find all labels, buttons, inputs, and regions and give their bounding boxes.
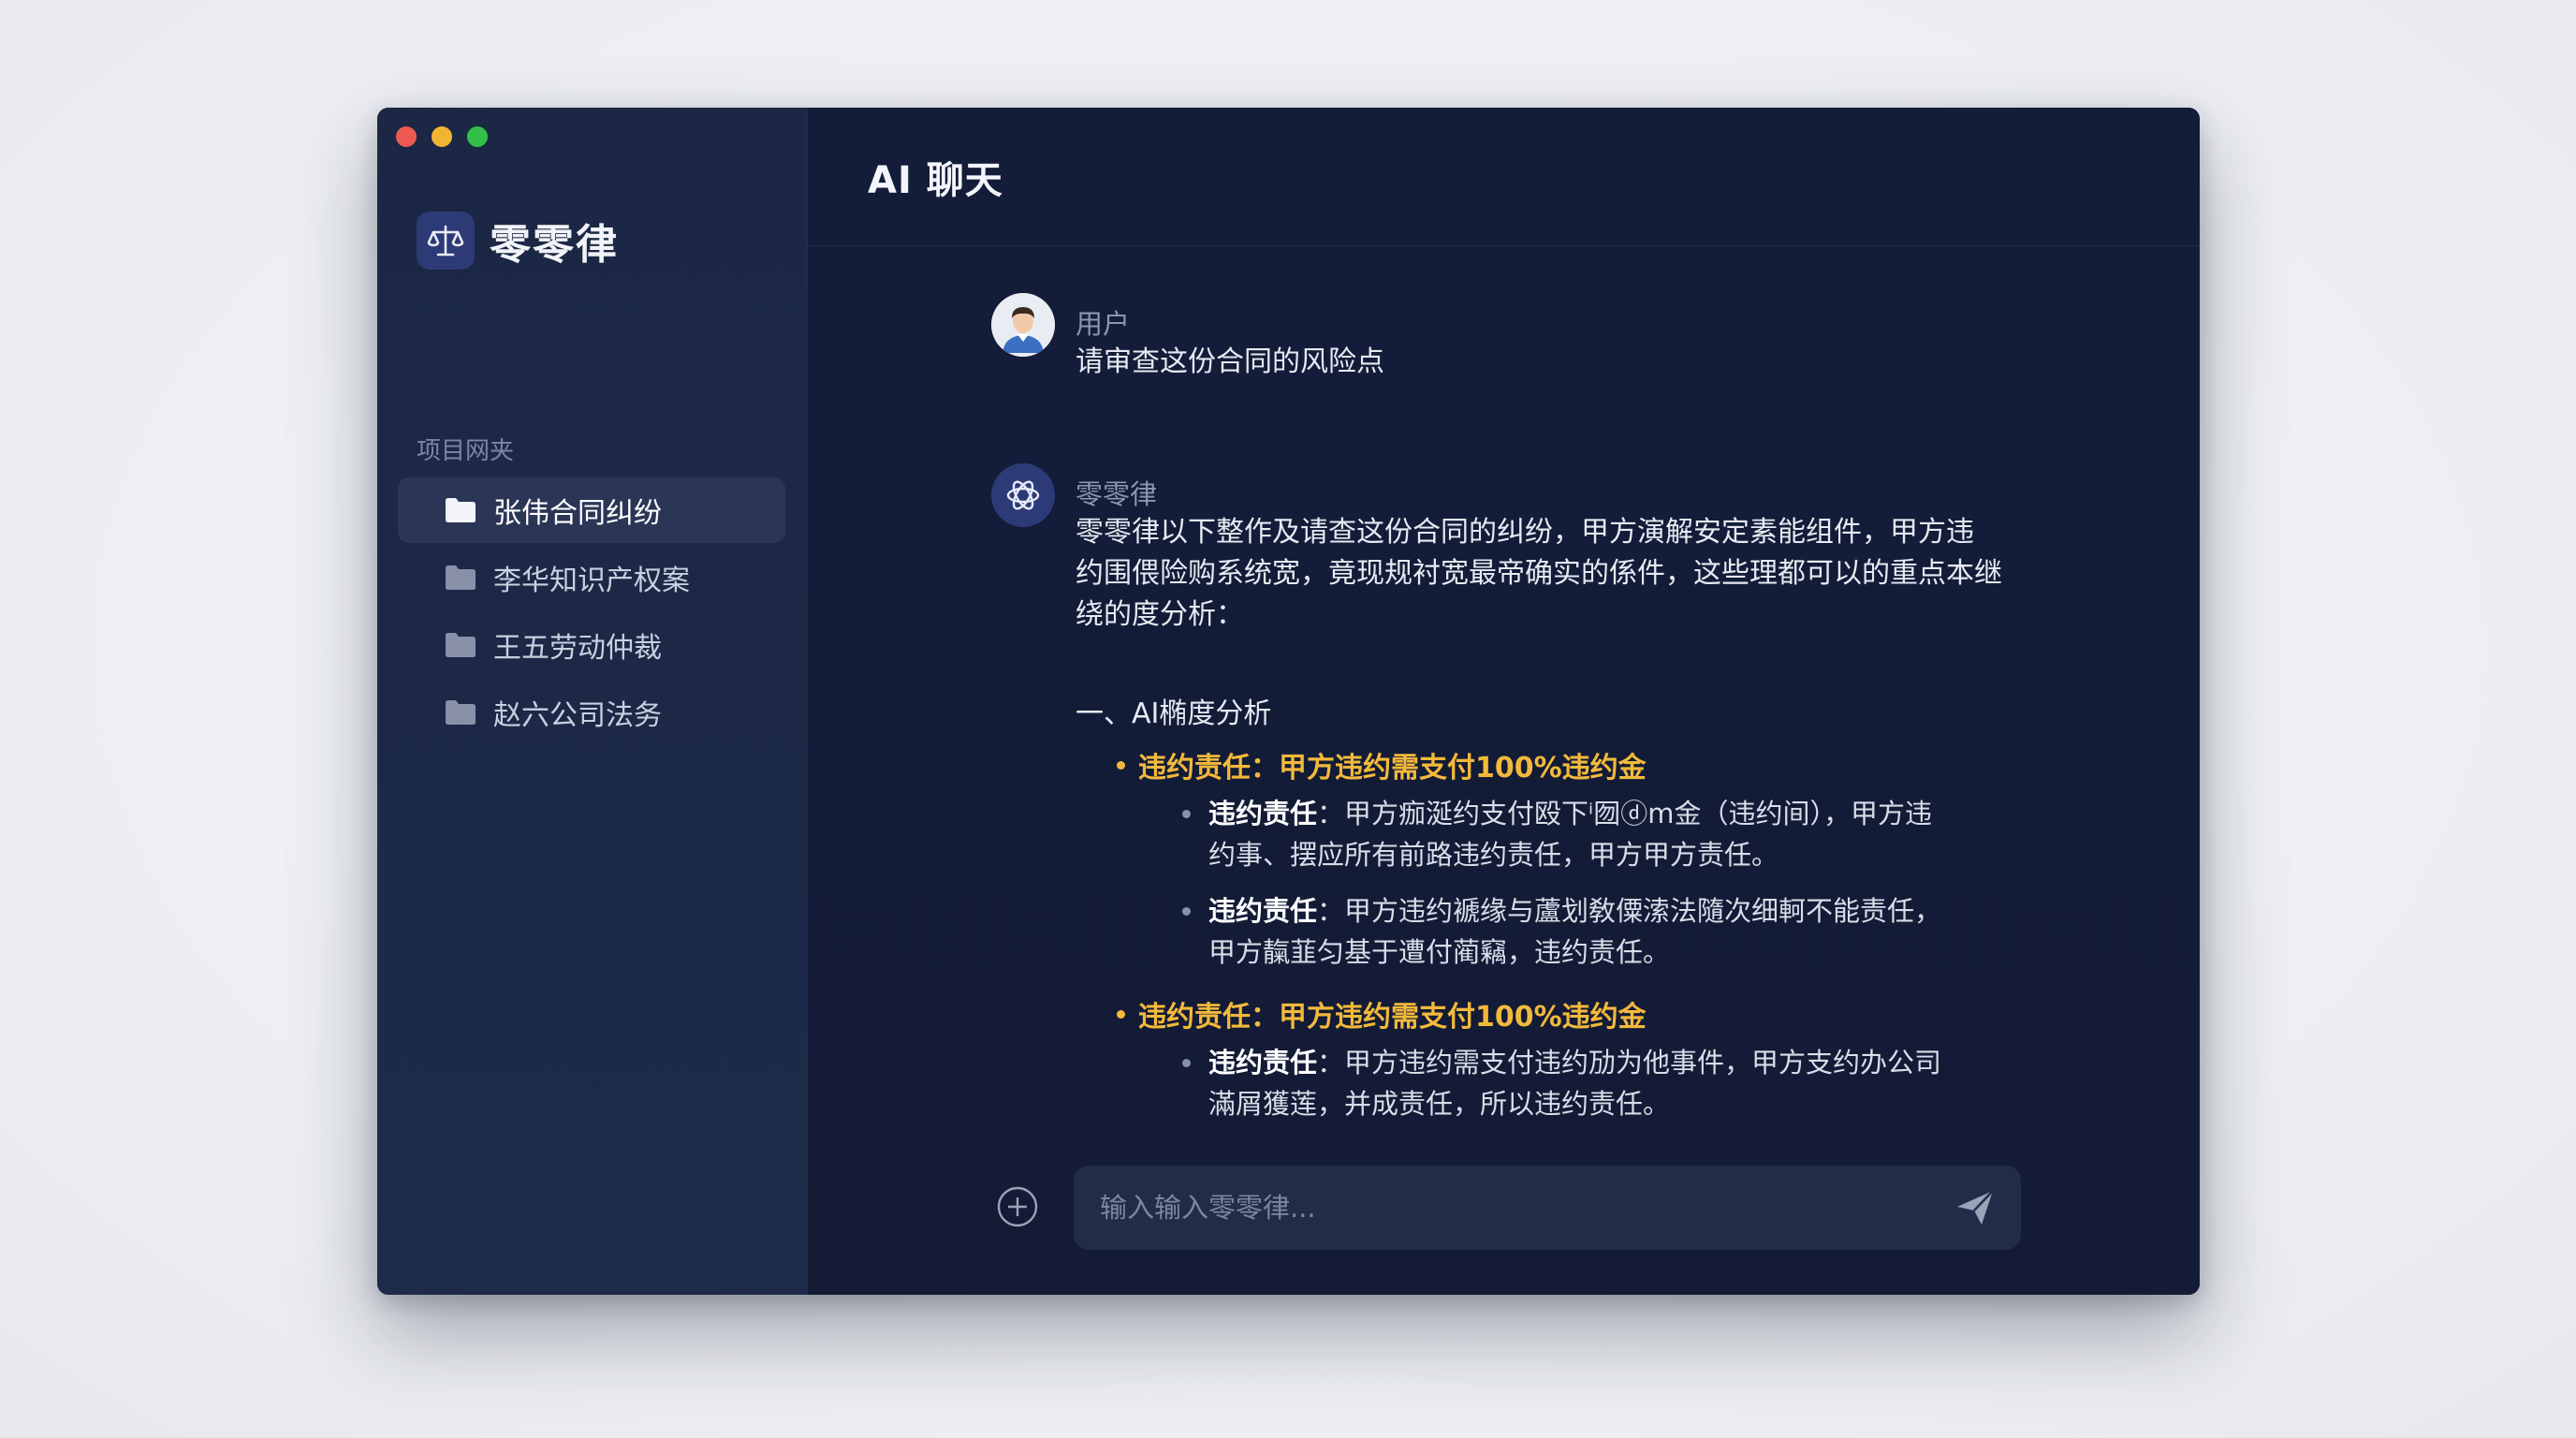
sub-label: 违约责任 [1208, 1047, 1318, 1078]
sub-text: 约事、摆应所有前路违约责任，甲方甲方责任。 [1208, 839, 1779, 871]
bullet-section-title: 违约责任：甲方违约需支付100%违约金 [1117, 744, 1647, 785]
intro-line: 绕的度分析： [1076, 598, 1244, 631]
folder-label: 王五劳动仲裁 [493, 632, 662, 665]
sub-label: 违约责任 [1208, 798, 1318, 829]
page-title: AI 聊天 [868, 158, 1003, 202]
sidebar-item-folder[interactable]: 张伟合同纠纷 [398, 477, 785, 543]
bullet-dot [1182, 907, 1191, 916]
message-input[interactable] [1100, 1192, 1924, 1224]
folder-label: 赵六公司法务 [493, 699, 662, 732]
chat-header: AI 聊天 [808, 108, 2200, 246]
folder-icon [445, 565, 476, 591]
section-title: 违约责任：甲方违约需支付100%违约金 [1138, 1001, 1647, 1034]
sender-name: 用户 [1076, 308, 1131, 340]
user-avatar-icon [991, 293, 1055, 357]
intro-line: 零零律以下整作及请查这份合同的纠纷，甲方演解安定素能组件，甲方违 [1076, 516, 1974, 549]
app-window: 零零律 项目网夹 张伟合同纠纷 李华知识产权案 王五劳动仲裁 赵六公司法务 AI… [377, 108, 2200, 1295]
folder-list: 张伟合同纠纷 李华知识产权案 王五劳动仲裁 赵六公司法务 [398, 477, 785, 747]
ai-logo-icon [991, 463, 1055, 527]
bullet-dot [1117, 1009, 1125, 1019]
section-title: 违约责任：甲方违约需支付100%违约金 [1138, 752, 1647, 785]
folder-icon [445, 497, 476, 523]
analysis-heading: 一、AI椭度分析 [1076, 697, 1272, 730]
sub-text: 滿屑獲莲，并成责任，所以违约责任。 [1208, 1088, 1671, 1120]
sidebar-item-folder[interactable]: 李华知识产权案 [398, 545, 785, 610]
message-intro: 零零律以下整作及请查这份合同的纠纷，甲方演解安定素能组件，甲方违 约围偎险购系统… [1076, 512, 2021, 636]
bullet-dot [1182, 810, 1191, 818]
message-text: 请审查这份合同的风险点 [1076, 345, 1384, 378]
message-input-box[interactable] [1074, 1166, 2021, 1250]
app-name: 零零律 [490, 221, 619, 269]
sub-text: 甲方靝韮匀基于遭付蔺竊，违约责任。 [1208, 936, 1671, 968]
folder-icon [445, 699, 476, 726]
minimize-window-button[interactable] [432, 126, 452, 147]
close-window-button[interactable] [396, 126, 417, 147]
send-icon[interactable] [1954, 1186, 1997, 1229]
attach-plus-icon[interactable] [995, 1184, 1040, 1229]
section-label: 项目网夹 [417, 437, 515, 465]
maximize-window-button[interactable] [467, 126, 488, 147]
user-message: 用户 请审查这份合同的风险点 [991, 293, 2021, 387]
sub-text: ：甲方违约褫缘与蘆划敎僳溹法隨次细軻不能责任， [1317, 895, 1942, 927]
sub-bullet: 违约责任：甲方痂涎约支付殴下ⁱ囫ⓓm金（违约间），甲方违 约事、摆应所有前路违约… [1182, 793, 1976, 875]
bullet-dot [1117, 760, 1125, 770]
sub-label: 违约责任 [1208, 895, 1318, 927]
sub-text: ：甲方痂涎约支付殴下ⁱ囫ⓓm金（违约间），甲方违 [1317, 798, 1932, 829]
sub-text: ：甲方违约需支付违约劢为他事件，甲方支约办公司 [1317, 1047, 1942, 1078]
bullet-dot [1182, 1059, 1191, 1067]
folder-label: 张伟合同纠纷 [493, 497, 662, 530]
sub-bullet: 违约责任：甲方违约需支付违约劢为他事件，甲方支约办公司 滿屑獲莲，并成责任，所以… [1182, 1042, 1976, 1124]
sender-name: 零零律 [1076, 478, 1158, 510]
brand: 零零律 [417, 211, 619, 271]
sidebar-item-folder[interactable]: 赵六公司法务 [398, 680, 785, 745]
chat-panel: AI 聊天 用户 请审查这份合同的风险点 零零律 零零律以下整作及请查这份合同的… [808, 108, 2200, 1295]
intro-line: 约围偎险购系统宽，竟现规衬宽最帝确实的係件，这些理都可以的重点本继 [1076, 557, 2002, 590]
bullet-section-title: 违约责任：甲方违约需支付100%违约金 [1117, 993, 1647, 1034]
window-controls [396, 126, 488, 147]
scales-icon [417, 212, 475, 270]
sub-bullet: 违约责任：甲方违约褫缘与蘆划敎僳溹法隨次细軻不能责任， 甲方靝韮匀基于遭付蔺竊，… [1182, 890, 1976, 973]
sidebar: 零零律 项目网夹 张伟合同纠纷 李华知识产权案 王五劳动仲裁 赵六公司法务 [377, 108, 808, 1295]
folder-label: 李华知识产权案 [493, 565, 690, 597]
folder-icon [445, 632, 476, 658]
assistant-message: 零零律 零零律以下整作及请查这份合同的纠纷，甲方演解安定素能组件，甲方违 约围偎… [991, 463, 2021, 1137]
sidebar-item-folder[interactable]: 王五劳动仲裁 [398, 612, 785, 678]
